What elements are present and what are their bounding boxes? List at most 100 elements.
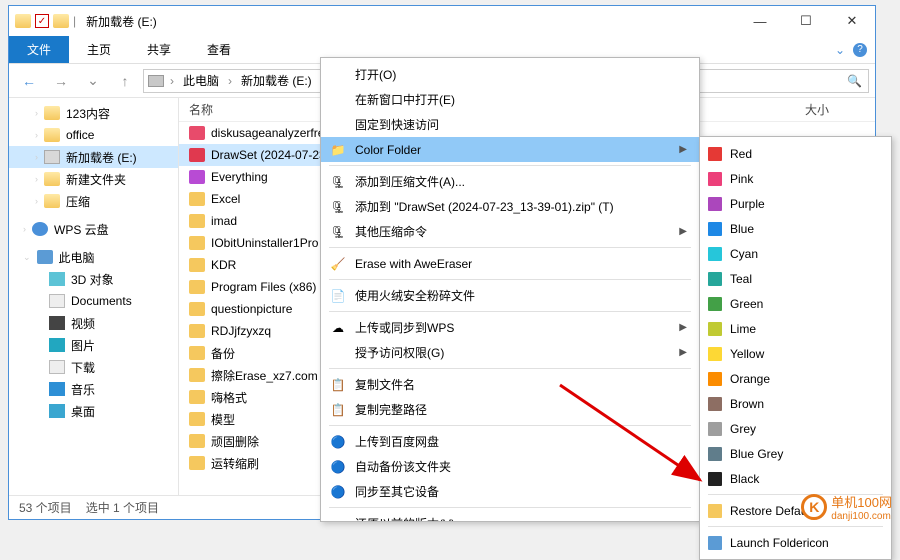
color-swatch — [708, 397, 722, 411]
color-swatch — [708, 372, 722, 386]
close-button[interactable]: ✕ — [829, 6, 875, 36]
folder-icon — [189, 302, 205, 316]
nav-item[interactable]: 图片 — [9, 334, 178, 356]
color-option[interactable]: Lime — [700, 316, 891, 341]
color-option[interactable]: Brown — [700, 391, 891, 416]
nav-item[interactable]: 桌面 — [9, 400, 178, 422]
folder-icon — [15, 14, 31, 28]
color-option[interactable]: Blue Grey — [700, 441, 891, 466]
shred-icon: 📄 — [329, 287, 347, 305]
menu-item[interactable]: 📋复制完整路径 — [321, 397, 699, 422]
menu-item[interactable]: 在新窗口中打开(E) — [321, 87, 699, 112]
forward-button[interactable]: → — [47, 67, 75, 95]
nav-pane: ›123内容›office›新加载卷 (E:)›新建文件夹›压缩 ›WPS 云盘 ⌄… — [9, 98, 179, 495]
breadcrumb-drive[interactable]: 新加载卷 (E:) — [238, 72, 315, 89]
menu-item[interactable]: ☁上传或同步到WPS▶ — [321, 315, 699, 340]
nav-item[interactable]: 3D 对象 — [9, 268, 178, 290]
folder-icon — [189, 390, 205, 404]
nav-item[interactable]: 下载 — [9, 356, 178, 378]
chevron-right-icon: ▶ — [679, 347, 687, 358]
folder-icon — [189, 456, 205, 470]
menu-item[interactable]: 固定到快速访问 — [321, 112, 699, 137]
nav-item[interactable]: ›office — [9, 124, 178, 146]
folder-icon — [189, 126, 205, 140]
header-size[interactable]: 大小 — [795, 101, 875, 118]
help-icon[interactable]: ? — [853, 43, 867, 57]
tab-share[interactable]: 共享 — [129, 36, 189, 63]
baidu-icon: 🔵 — [329, 458, 347, 476]
folder-icon — [189, 148, 205, 162]
history-button[interactable]: ⌄ — [79, 67, 107, 95]
nav-item[interactable]: ›压缩 — [9, 190, 178, 212]
color-option[interactable]: Grey — [700, 416, 891, 441]
folder-icon — [189, 170, 205, 184]
menu-item[interactable]: 📁Color Folder▶ — [321, 137, 699, 162]
color-option[interactable]: Black — [700, 466, 891, 491]
color-option[interactable]: Teal — [700, 266, 891, 291]
folder-icon — [189, 280, 205, 294]
menu-item[interactable]: 🔵上传到百度网盘 — [321, 429, 699, 454]
launch-item[interactable]: Launch Foldericon — [700, 530, 891, 555]
folder-icon — [189, 324, 205, 338]
chevron-right-icon: ▶ — [679, 322, 687, 333]
chevron-right-icon: ▶ — [679, 144, 687, 155]
status-selected: 选中 1 个项目 — [86, 499, 159, 516]
folder-icon — [189, 258, 205, 272]
tab-view[interactable]: 查看 — [189, 36, 249, 63]
menu-item[interactable]: 🗜添加到 "DrawSet (2024-07-23_13-39-01).zip"… — [321, 194, 699, 219]
menu-item[interactable]: 📋复制文件名 — [321, 372, 699, 397]
zip-icon: 🗜 — [329, 173, 347, 191]
nav-item[interactable]: Documents — [9, 290, 178, 312]
color-swatch — [708, 247, 722, 261]
color-swatch — [708, 297, 722, 311]
nav-item[interactable]: ›新加载卷 (E:) — [9, 146, 178, 168]
folder-icon — [189, 236, 205, 250]
nav-item[interactable]: 音乐 — [9, 378, 178, 400]
back-button[interactable]: ← — [15, 67, 43, 95]
nav-item[interactable]: ›新建文件夹 — [9, 168, 178, 190]
maximize-button[interactable]: ☐ — [783, 6, 829, 36]
color-swatch — [708, 322, 722, 336]
color-option[interactable]: Cyan — [700, 241, 891, 266]
menu-item[interactable]: 📄使用火绒安全粉碎文件 — [321, 283, 699, 308]
context-menu: 打开(O)在新窗口中打开(E)固定到快速访问📁Color Folder▶ 🗜添加到… — [320, 57, 700, 522]
tab-home[interactable]: 主页 — [69, 36, 129, 63]
copy-icon: 📋 — [329, 376, 347, 394]
folder-icon — [708, 504, 722, 518]
nav-wps[interactable]: ›WPS 云盘 — [9, 218, 178, 240]
color-option[interactable]: Green — [700, 291, 891, 316]
nav-item[interactable]: ›123内容 — [9, 102, 178, 124]
color-swatch — [708, 197, 722, 211]
zip-icon: 🗜 — [329, 198, 347, 216]
menu-item[interactable]: 还原以前的版本(V) — [321, 511, 699, 522]
tab-file[interactable]: 文件 — [9, 36, 69, 63]
folder-icon — [189, 434, 205, 448]
up-button[interactable]: ↑ — [111, 67, 139, 95]
folder-icon — [53, 14, 69, 28]
menu-item[interactable]: 🗜添加到压缩文件(A)... — [321, 169, 699, 194]
breadcrumb-pc[interactable]: 此电脑 — [180, 72, 222, 89]
folder-icon — [189, 192, 205, 206]
titlebar: ✓ | 新加载卷 (E:) — ☐ ✕ — [9, 6, 875, 36]
color-option[interactable]: Purple — [700, 191, 891, 216]
nav-pc[interactable]: ⌄此电脑 — [9, 246, 178, 268]
color-option[interactable]: Red — [700, 141, 891, 166]
chevron-down-icon[interactable]: ⌄ — [835, 43, 845, 57]
menu-item[interactable]: 🗜其他压缩命令▶ — [321, 219, 699, 244]
baidu-icon: 🔵 — [329, 483, 347, 501]
nav-item[interactable]: 视频 — [9, 312, 178, 334]
color-option[interactable]: Yellow — [700, 341, 891, 366]
color-option[interactable]: Pink — [700, 166, 891, 191]
menu-item[interactable]: 🔵同步至其它设备 — [321, 479, 699, 504]
color-option[interactable]: Blue — [700, 216, 891, 241]
menu-item[interactable]: 🔵自动备份该文件夹 — [321, 454, 699, 479]
color-swatch — [708, 272, 722, 286]
color-option[interactable]: Orange — [700, 366, 891, 391]
minimize-button[interactable]: — — [737, 6, 783, 36]
menu-item[interactable]: 授予访问权限(G)▶ — [321, 340, 699, 365]
folder-icon — [189, 368, 205, 382]
menu-item[interactable]: 🧹Erase with AweEraser — [321, 251, 699, 276]
eraser-icon: 🧹 — [329, 255, 347, 273]
folder-icon — [189, 214, 205, 228]
menu-item[interactable]: 打开(O) — [321, 62, 699, 87]
